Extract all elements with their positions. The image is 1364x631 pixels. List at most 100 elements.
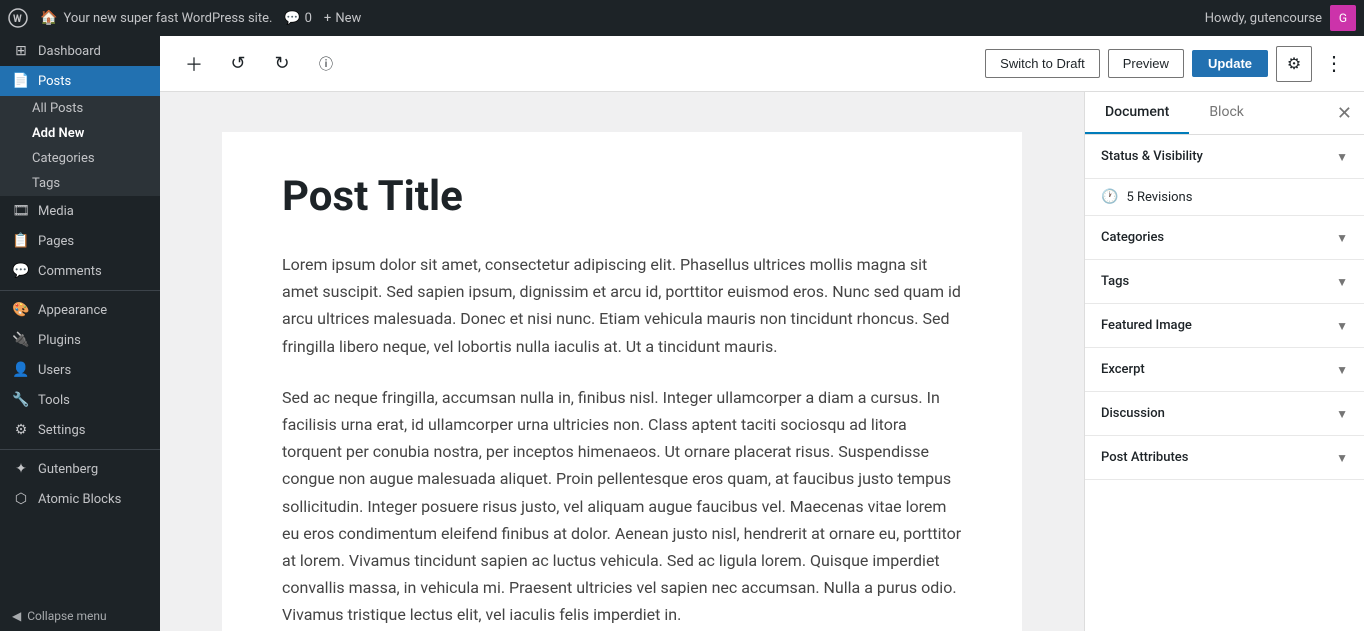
toolbar-actions: Switch to Draft Preview Update ⚙ ⋮ bbox=[985, 46, 1348, 82]
featured-image-header[interactable]: Featured Image ▼ bbox=[1085, 304, 1364, 347]
settings-panel: Document Block ✕ Status & Visibility ▼ bbox=[1084, 92, 1364, 631]
collapse-icon: ◀ bbox=[12, 609, 21, 623]
editor-toolbar: ＋ ↺ ↻ ⓘ Switch to Draft Preview Update ⚙… bbox=[160, 36, 1364, 92]
sidebar-item-media[interactable]: 🎞 Media bbox=[0, 196, 160, 226]
sidebar-label-gutenberg: Gutenberg bbox=[38, 462, 98, 477]
editor-wrapper: ＋ ↺ ↻ ⓘ Switch to Draft Preview Update ⚙… bbox=[160, 36, 1364, 631]
comment-icon: 💬 bbox=[284, 11, 300, 26]
wp-logo-icon: W bbox=[8, 8, 28, 28]
switch-to-draft-button[interactable]: Switch to Draft bbox=[985, 49, 1100, 78]
undo-button[interactable]: ↺ bbox=[220, 46, 256, 82]
sidebar-item-atomic-blocks[interactable]: ⬡ Atomic Blocks bbox=[0, 484, 160, 514]
status-visibility-label: Status & Visibility bbox=[1101, 149, 1203, 164]
editor-content-area: Post Title Lorem ipsum dolor sit amet, c… bbox=[160, 92, 1364, 631]
sidebar-label-comments: Comments bbox=[38, 264, 102, 279]
document-tab-label: Document bbox=[1105, 104, 1169, 120]
main-layout: ⊞ Dashboard 📄 Posts All Posts Add New Ca… bbox=[0, 36, 1364, 631]
excerpt-section: Excerpt ▼ bbox=[1085, 348, 1364, 392]
categories-label: Categories bbox=[1101, 230, 1164, 245]
post-attributes-section: Post Attributes ▼ bbox=[1085, 436, 1364, 480]
redo-button[interactable]: ↻ bbox=[264, 46, 300, 82]
sidebar-divider bbox=[0, 290, 160, 291]
sidebar-item-posts[interactable]: 📄 Posts bbox=[0, 66, 160, 96]
add-block-button[interactable]: ＋ bbox=[176, 46, 212, 82]
plus-icon: + bbox=[324, 11, 331, 26]
preview-button[interactable]: Preview bbox=[1108, 49, 1184, 78]
sidebar-item-tools[interactable]: 🔧 Tools bbox=[0, 385, 160, 415]
svg-text:W: W bbox=[13, 14, 22, 25]
sidebar-label-dashboard: Dashboard bbox=[38, 44, 101, 59]
paragraph-2: Sed ac neque fringilla, accumsan nulla i… bbox=[282, 384, 962, 629]
sidebar-item-settings[interactable]: ⚙ Settings bbox=[0, 415, 160, 445]
sidebar-item-appearance[interactable]: 🎨 Appearance bbox=[0, 295, 160, 325]
sidebar-item-pages[interactable]: 📋 Pages bbox=[0, 226, 160, 256]
howdy-text: Howdy, gutencourse bbox=[1205, 11, 1322, 26]
post-attributes-header[interactable]: Post Attributes ▼ bbox=[1085, 436, 1364, 479]
sidebar-label-pages: Pages bbox=[38, 234, 74, 249]
categories-header[interactable]: Categories ▼ bbox=[1085, 216, 1364, 259]
sidebar-item-plugins[interactable]: 🔌 Plugins bbox=[0, 325, 160, 355]
collapse-label: Collapse menu bbox=[27, 609, 106, 623]
featured-image-section: Featured Image ▼ bbox=[1085, 304, 1364, 348]
sidebar-label-atomic-blocks: Atomic Blocks bbox=[38, 492, 121, 507]
discussion-header[interactable]: Discussion ▼ bbox=[1085, 392, 1364, 435]
more-options-button[interactable]: ⋮ bbox=[1320, 47, 1348, 80]
new-label: New bbox=[335, 11, 361, 26]
sidebar-label-media: Media bbox=[38, 204, 74, 219]
post-title[interactable]: Post Title bbox=[282, 172, 962, 221]
avatar[interactable]: G bbox=[1330, 5, 1356, 31]
post-attributes-label: Post Attributes bbox=[1101, 450, 1188, 465]
gutenberg-icon: ✦ bbox=[12, 461, 30, 477]
sidebar-item-gutenberg[interactable]: ✦ Gutenberg bbox=[0, 454, 160, 484]
update-button[interactable]: Update bbox=[1192, 50, 1268, 77]
all-posts-label: All Posts bbox=[32, 101, 83, 116]
info-button[interactable]: ⓘ bbox=[308, 46, 344, 82]
sidebar: ⊞ Dashboard 📄 Posts All Posts Add New Ca… bbox=[0, 36, 160, 631]
sidebar-item-users[interactable]: 👤 Users bbox=[0, 355, 160, 385]
sidebar-item-comments[interactable]: 💬 Comments bbox=[0, 256, 160, 286]
featured-image-chevron: ▼ bbox=[1336, 319, 1348, 333]
tags-section: Tags ▼ bbox=[1085, 260, 1364, 304]
collapse-menu[interactable]: ◀ Collapse menu bbox=[0, 601, 160, 631]
sidebar-label-plugins: Plugins bbox=[38, 333, 81, 348]
new-link[interactable]: + New bbox=[324, 11, 361, 26]
post-body[interactable]: Lorem ipsum dolor sit amet, consectetur … bbox=[282, 251, 962, 631]
discussion-label: Discussion bbox=[1101, 406, 1165, 421]
categories-label: Categories bbox=[32, 151, 95, 166]
media-icon: 🎞 bbox=[12, 203, 30, 219]
sidebar-label-posts: Posts bbox=[38, 74, 71, 89]
add-new-label: Add New bbox=[32, 126, 84, 141]
excerpt-chevron: ▼ bbox=[1336, 363, 1348, 377]
excerpt-header[interactable]: Excerpt ▼ bbox=[1085, 348, 1364, 391]
sidebar-item-tags[interactable]: Tags bbox=[0, 171, 160, 196]
site-name[interactable]: 🏠 Your new super fast WordPress site. bbox=[40, 10, 272, 26]
sidebar-divider-2 bbox=[0, 449, 160, 450]
admin-bar: W 🏠 Your new super fast WordPress site. … bbox=[0, 0, 1364, 36]
sidebar-label-users: Users bbox=[38, 363, 71, 378]
panel-close-button[interactable]: ✕ bbox=[1325, 95, 1364, 132]
sidebar-item-categories[interactable]: Categories bbox=[0, 146, 160, 171]
tags-header[interactable]: Tags ▼ bbox=[1085, 260, 1364, 303]
tab-block[interactable]: Block bbox=[1189, 92, 1264, 134]
appearance-icon: 🎨 bbox=[12, 302, 30, 318]
post-attributes-chevron: ▼ bbox=[1336, 451, 1348, 465]
status-visibility-header[interactable]: Status & Visibility ▼ bbox=[1085, 135, 1364, 178]
post-editor[interactable]: Post Title Lorem ipsum dolor sit amet, c… bbox=[160, 92, 1084, 631]
comments-link[interactable]: 💬 0 bbox=[284, 11, 312, 26]
tools-icon: 🔧 bbox=[12, 392, 30, 408]
users-icon: 👤 bbox=[12, 362, 30, 378]
sidebar-item-add-new[interactable]: Add New bbox=[0, 121, 160, 146]
revisions-row[interactable]: 🕐 5 Revisions bbox=[1085, 179, 1364, 216]
categories-section: Categories ▼ bbox=[1085, 216, 1364, 260]
house-icon: 🏠 bbox=[40, 10, 57, 26]
sidebar-label-appearance: Appearance bbox=[38, 303, 107, 318]
plugins-icon: 🔌 bbox=[12, 332, 30, 348]
sidebar-item-dashboard[interactable]: ⊞ Dashboard bbox=[0, 36, 160, 66]
dashboard-icon: ⊞ bbox=[12, 43, 30, 59]
sidebar-item-all-posts[interactable]: All Posts bbox=[0, 96, 160, 121]
settings-toggle-button[interactable]: ⚙ bbox=[1276, 46, 1312, 82]
admin-bar-right: Howdy, gutencourse G bbox=[1205, 5, 1356, 31]
pages-icon: 📋 bbox=[12, 233, 30, 249]
tab-document[interactable]: Document bbox=[1085, 92, 1189, 134]
revisions-icon: 🕐 bbox=[1101, 189, 1118, 205]
